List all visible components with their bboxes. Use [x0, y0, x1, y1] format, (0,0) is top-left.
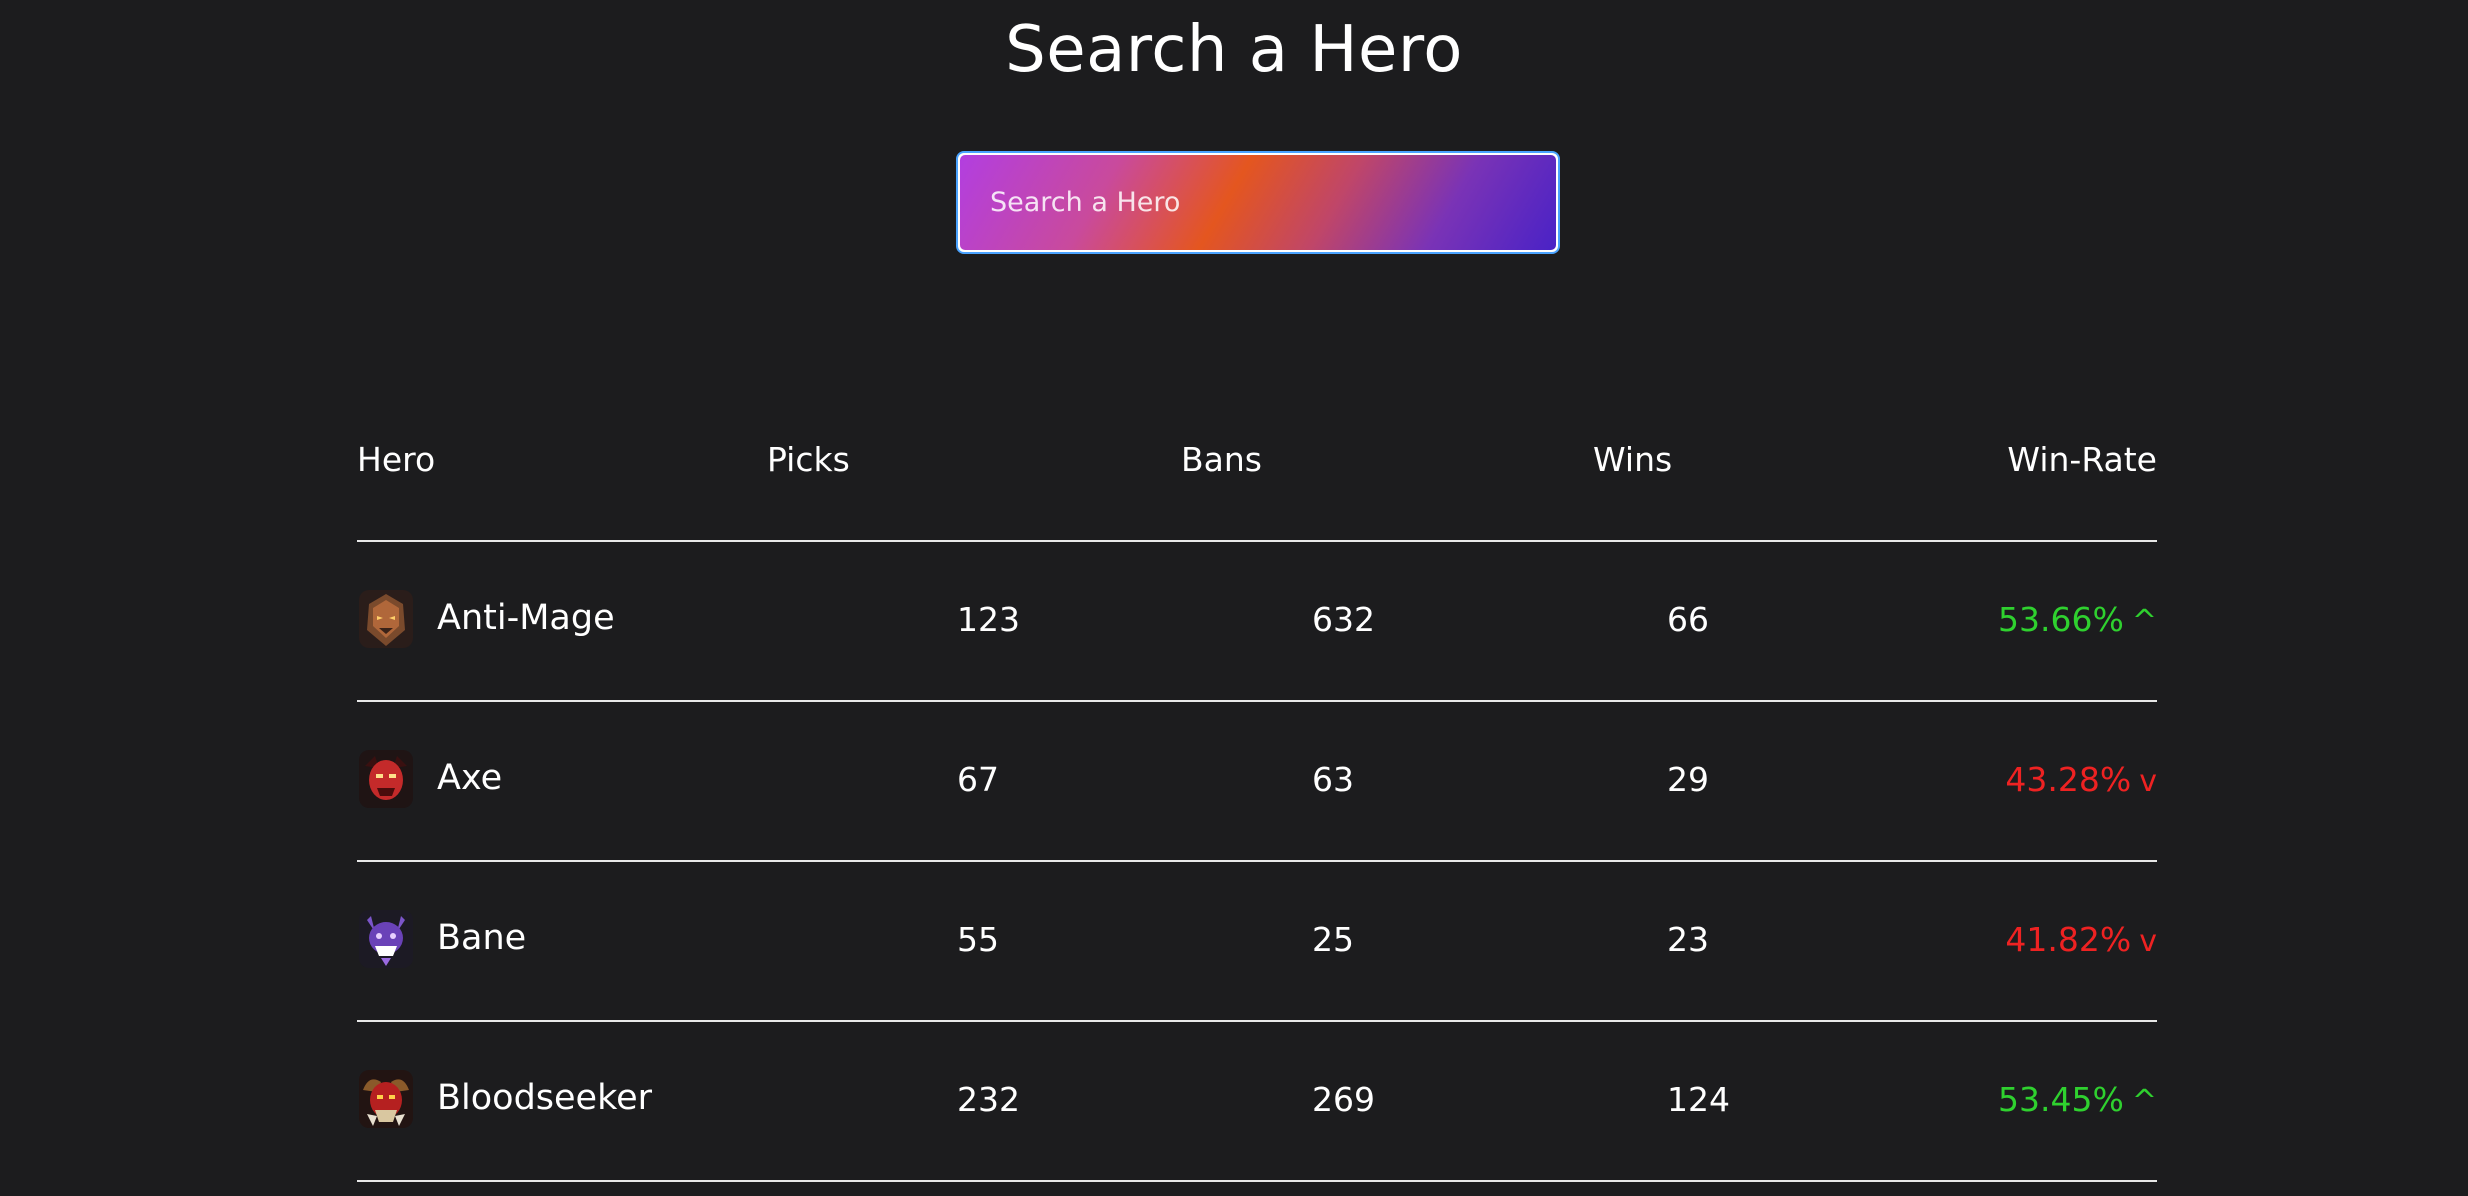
trend-down-icon: v — [2139, 764, 2157, 799]
table-row[interactable]: Anti-Mage 123 632 66 53.66% ^ — [357, 542, 2157, 702]
table-row[interactable]: Bane 55 25 23 41.82% v — [357, 862, 2157, 1022]
column-header-picks[interactable]: Picks — [767, 440, 850, 479]
win-rate-value: 53.66% ^ — [1998, 600, 2157, 639]
hero-name[interactable]: Anti-Mage — [437, 598, 615, 638]
wins-value: 23 — [1667, 920, 1709, 959]
bloodseeker-portrait-icon — [359, 1070, 413, 1128]
win-rate-value: 41.82% v — [2005, 920, 2157, 959]
picks-value: 123 — [957, 600, 1020, 639]
picks-value: 232 — [957, 1080, 1020, 1119]
bans-value: 632 — [1312, 600, 1375, 639]
table-row[interactable]: Axe 67 63 29 43.28% v — [357, 702, 2157, 862]
hero-name[interactable]: Bloodseeker — [437, 1078, 652, 1118]
win-rate-value: 53.45% ^ — [1998, 1080, 2157, 1119]
bans-value: 269 — [1312, 1080, 1375, 1119]
wins-value: 29 — [1667, 760, 1709, 799]
win-rate-value: 43.28% v — [2005, 760, 2157, 799]
trend-down-icon: v — [2139, 924, 2157, 959]
column-header-hero[interactable]: Hero — [357, 440, 435, 479]
bane-portrait-icon — [359, 910, 413, 968]
trend-up-icon: ^ — [2131, 604, 2157, 639]
column-header-wins[interactable]: Wins — [1593, 440, 1672, 479]
win-rate-text: 41.82% — [2005, 920, 2132, 959]
trend-up-icon: ^ — [2131, 1084, 2157, 1119]
anti-mage-portrait-icon — [359, 590, 413, 648]
picks-value: 55 — [957, 920, 999, 959]
win-rate-text: 53.66% — [1998, 600, 2124, 639]
page-title: Search a Hero — [1005, 13, 1463, 87]
win-rate-text: 53.45% — [1998, 1080, 2124, 1119]
table-header: Hero Picks Bans Wins Win-Rate — [357, 420, 2157, 542]
hero-name[interactable]: Axe — [437, 758, 502, 798]
bans-value: 63 — [1312, 760, 1354, 799]
table-row[interactable]: Bloodseeker 232 269 124 53.45% ^ — [357, 1022, 2157, 1182]
hero-name[interactable]: Bane — [437, 918, 526, 958]
wins-value: 124 — [1667, 1080, 1730, 1119]
axe-portrait-icon — [359, 750, 413, 808]
bans-value: 25 — [1312, 920, 1354, 959]
search-box[interactable] — [956, 151, 1560, 254]
picks-value: 67 — [957, 760, 999, 799]
column-header-win-rate[interactable]: Win-Rate — [2007, 440, 2157, 479]
search-input[interactable] — [960, 155, 1556, 250]
hero-table: Hero Picks Bans Wins Win-Rate Anti-Mage … — [357, 420, 2157, 1182]
wins-value: 66 — [1667, 600, 1709, 639]
win-rate-text: 43.28% — [2005, 760, 2132, 799]
column-header-bans[interactable]: Bans — [1181, 440, 1262, 479]
page: Search a Hero Hero Picks Bans Wins Win-R… — [0, 0, 2468, 1196]
